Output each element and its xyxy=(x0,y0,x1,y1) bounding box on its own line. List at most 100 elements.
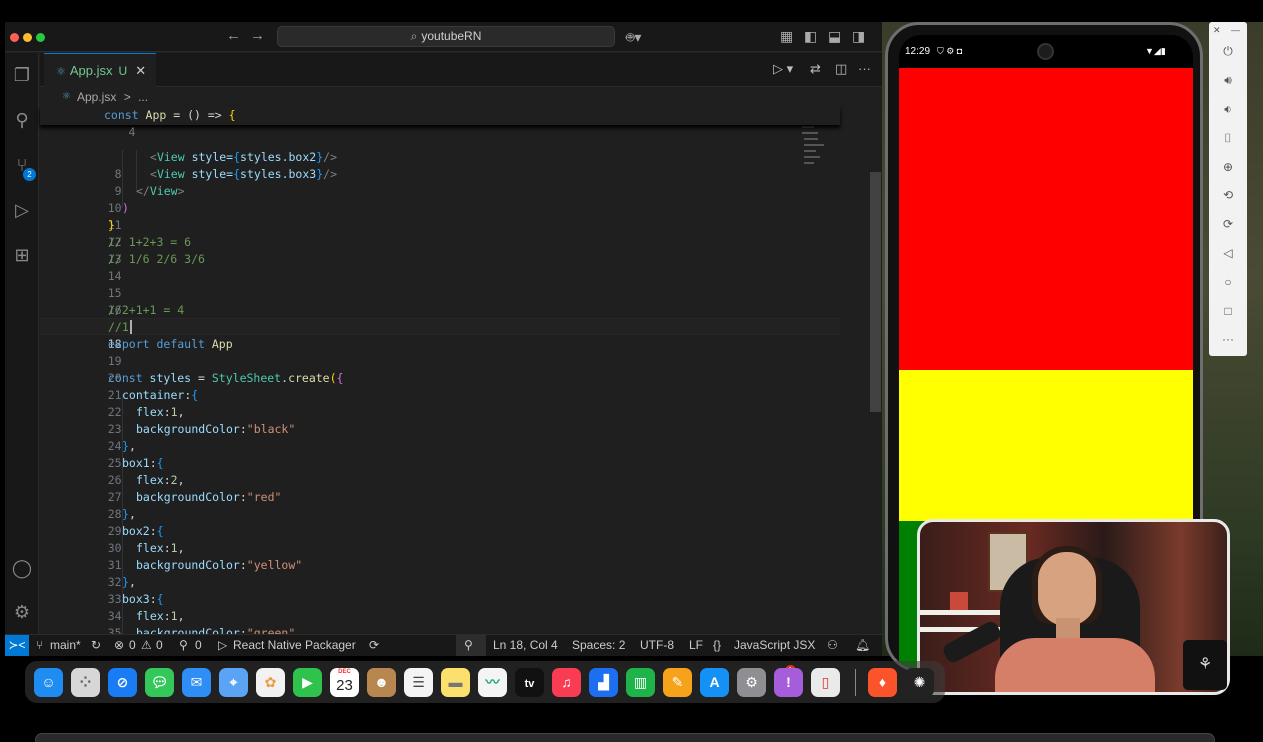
open-changes-icon[interactable]: ⇄ xyxy=(810,61,821,77)
more-options-icon[interactable]: ··· xyxy=(1209,328,1247,350)
warning-count[interactable]: 0 xyxy=(156,635,163,656)
encoding[interactable]: UTF-8 xyxy=(640,635,674,656)
rotate-right-icon[interactable]: ⟳ xyxy=(1209,213,1247,235)
volume-up-icon[interactable]: 🔊︎ xyxy=(1209,69,1247,91)
code-editor[interactable]: 4 const App = () => { 8 <View style={sty… xyxy=(40,106,870,656)
minimize-window-button[interactable] xyxy=(23,33,32,42)
overview-square-icon[interactable]: □ xyxy=(1209,300,1247,322)
brave-browser-icon[interactable]: ♦ xyxy=(868,668,897,697)
explorer-icon[interactable]: ❐ xyxy=(10,63,34,87)
code-token: : xyxy=(239,558,247,572)
error-count[interactable]: 0 xyxy=(129,635,136,656)
power-icon[interactable]: ⏻ xyxy=(1209,40,1247,62)
maximize-window-button[interactable] xyxy=(36,33,45,42)
workspace-name: youtubeRN xyxy=(421,29,482,43)
editor-tab-bar: ⚛ App.jsx U ✕ ▷ ▾ ⇄ ◫ ··· xyxy=(40,53,882,87)
system-settings-icon[interactable]: ⚙ xyxy=(737,668,766,697)
code-token: { xyxy=(233,150,241,164)
home-circle-icon[interactable]: ○ xyxy=(1209,271,1247,293)
contacts-icon[interactable]: ☻ xyxy=(367,668,396,697)
command-center-search[interactable]: ⌕ youtubeRN xyxy=(277,26,615,47)
back-arrow-icon[interactable]: ← xyxy=(226,27,241,44)
notifications-bell-icon[interactable]: 🔔︎ xyxy=(855,635,870,656)
editor-scrollbar[interactable] xyxy=(870,172,881,412)
reminders-icon[interactable]: ☰ xyxy=(404,668,433,697)
photos-icon[interactable]: ✿ xyxy=(256,668,285,697)
facetime-icon[interactable]: ▶ xyxy=(293,668,322,697)
search-icon[interactable]: ⚲ xyxy=(10,108,34,132)
breadcrumb-symbol[interactable]: ... xyxy=(138,90,148,104)
code-token: View xyxy=(156,167,185,181)
customize-layout-icon[interactable]: ▦ xyxy=(780,28,793,45)
chatgpt-icon[interactable]: ✺ xyxy=(905,668,934,697)
more-actions-icon[interactable]: ··· xyxy=(858,61,871,76)
split-editor-icon[interactable]: ◫ xyxy=(835,61,847,77)
close-tab-icon[interactable]: ✕ xyxy=(135,63,146,78)
volume-down-icon[interactable]: 🔉︎ xyxy=(1209,98,1247,120)
iphone-mirroring-icon[interactable]: ▯ xyxy=(811,668,840,697)
refresh-icon[interactable]: ⟳ xyxy=(369,635,379,656)
mail-icon[interactable]: ✉ xyxy=(182,668,211,697)
code-token: > xyxy=(177,184,185,198)
toggle-panel-icon[interactable]: ⬓ xyxy=(828,28,841,45)
breadcrumb-file[interactable]: App.jsx xyxy=(77,90,116,104)
top-strip xyxy=(0,0,1263,22)
run-icon[interactable]: ▷ ▾ xyxy=(773,61,793,77)
app-store-icon[interactable]: A xyxy=(700,668,729,697)
pages-icon[interactable]: ✎ xyxy=(663,668,692,697)
code-token: { xyxy=(156,592,164,606)
feedback-assistant-icon[interactable]: ! xyxy=(774,668,803,697)
back-triangle-icon[interactable]: ◁ xyxy=(1209,242,1247,264)
copilot-status-icon[interactable]: ⚇ xyxy=(827,635,838,656)
code-line: 30 box2:{ xyxy=(40,523,840,555)
safari-icon[interactable]: ⊘ xyxy=(108,668,137,697)
run-debug-icon[interactable]: ▷ xyxy=(10,198,34,222)
code-token: "red" xyxy=(246,490,282,504)
source-control-badge: 2 xyxy=(23,168,36,181)
toggle-sidebar-icon[interactable]: ◧ xyxy=(804,28,817,45)
zoom-indicator[interactable]: ⚲ xyxy=(456,635,486,656)
code-line: 21 const styles = StyleSheet.create({ xyxy=(40,370,840,402)
launchpad-icon[interactable]: ⁘ xyxy=(71,668,100,697)
settings-gear-icon[interactable]: ⚙ xyxy=(10,600,34,624)
freeform-icon[interactable]: 〰 xyxy=(478,668,507,697)
keynote-icon[interactable]: ▟ xyxy=(589,668,618,697)
react-file-icon: ⚛ xyxy=(62,91,71,102)
zoom-icon[interactable]: ⊕ xyxy=(1209,156,1247,178)
account-icon[interactable]: ◯ xyxy=(10,556,34,580)
minimize-emulator-icon[interactable]: — xyxy=(1231,25,1240,35)
extensions-icon[interactable]: ⊞ xyxy=(10,243,34,267)
channel-logo-icon: ⚘ xyxy=(1183,640,1227,690)
close-emulator-icon[interactable]: ✕ xyxy=(1213,25,1221,36)
maps-icon[interactable]: ⌖ xyxy=(219,668,248,697)
code-line: 9 <View style={styles.box3}/> xyxy=(40,166,840,198)
code-token: < xyxy=(150,150,157,164)
screenshot-camera-icon[interactable]: ⌷ xyxy=(1209,127,1247,149)
sync-icon[interactable]: ↻ xyxy=(91,635,101,656)
language-mode[interactable]: JavaScript JSX xyxy=(734,635,815,656)
music-icon[interactable]: ♫ xyxy=(552,668,581,697)
tab-filename: App.jsx xyxy=(69,63,113,78)
remote-indicator-icon[interactable]: ≻< xyxy=(5,635,29,656)
notes-icon[interactable]: ▬ xyxy=(441,668,470,697)
sticky-scroll-line[interactable]: 4 const App = () => { xyxy=(40,106,840,139)
ports-count[interactable]: 0 xyxy=(195,635,202,656)
code-token: "black" xyxy=(246,422,296,436)
branch-name[interactable]: main* xyxy=(50,635,81,656)
calendar-icon[interactable]: DEC 23 xyxy=(330,668,359,697)
toggle-secondary-sidebar-icon[interactable]: ◨ xyxy=(852,28,865,45)
code-token: backgroundColor xyxy=(136,490,240,504)
cursor-position[interactable]: Ln 18, Col 4 xyxy=(493,635,558,656)
tab-app-jsx[interactable]: ⚛ App.jsx U ✕ xyxy=(44,53,156,87)
indentation[interactable]: Spaces: 2 xyxy=(572,635,625,656)
forward-arrow-icon[interactable]: → xyxy=(250,27,265,44)
apple-tv-icon[interactable]: tv xyxy=(515,668,544,697)
messages-icon[interactable]: 💬︎ xyxy=(145,668,174,697)
finder-icon[interactable]: ☺ xyxy=(34,668,63,697)
numbers-icon[interactable]: ▥ xyxy=(626,668,655,697)
react-native-packager[interactable]: React Native Packager xyxy=(233,635,356,656)
end-of-line[interactable]: LF xyxy=(689,635,703,656)
rotate-left-icon[interactable]: ⟲ xyxy=(1209,184,1247,206)
close-window-button[interactable] xyxy=(10,33,19,42)
copilot-icon[interactable]: 🤖︎▾ xyxy=(626,28,641,48)
